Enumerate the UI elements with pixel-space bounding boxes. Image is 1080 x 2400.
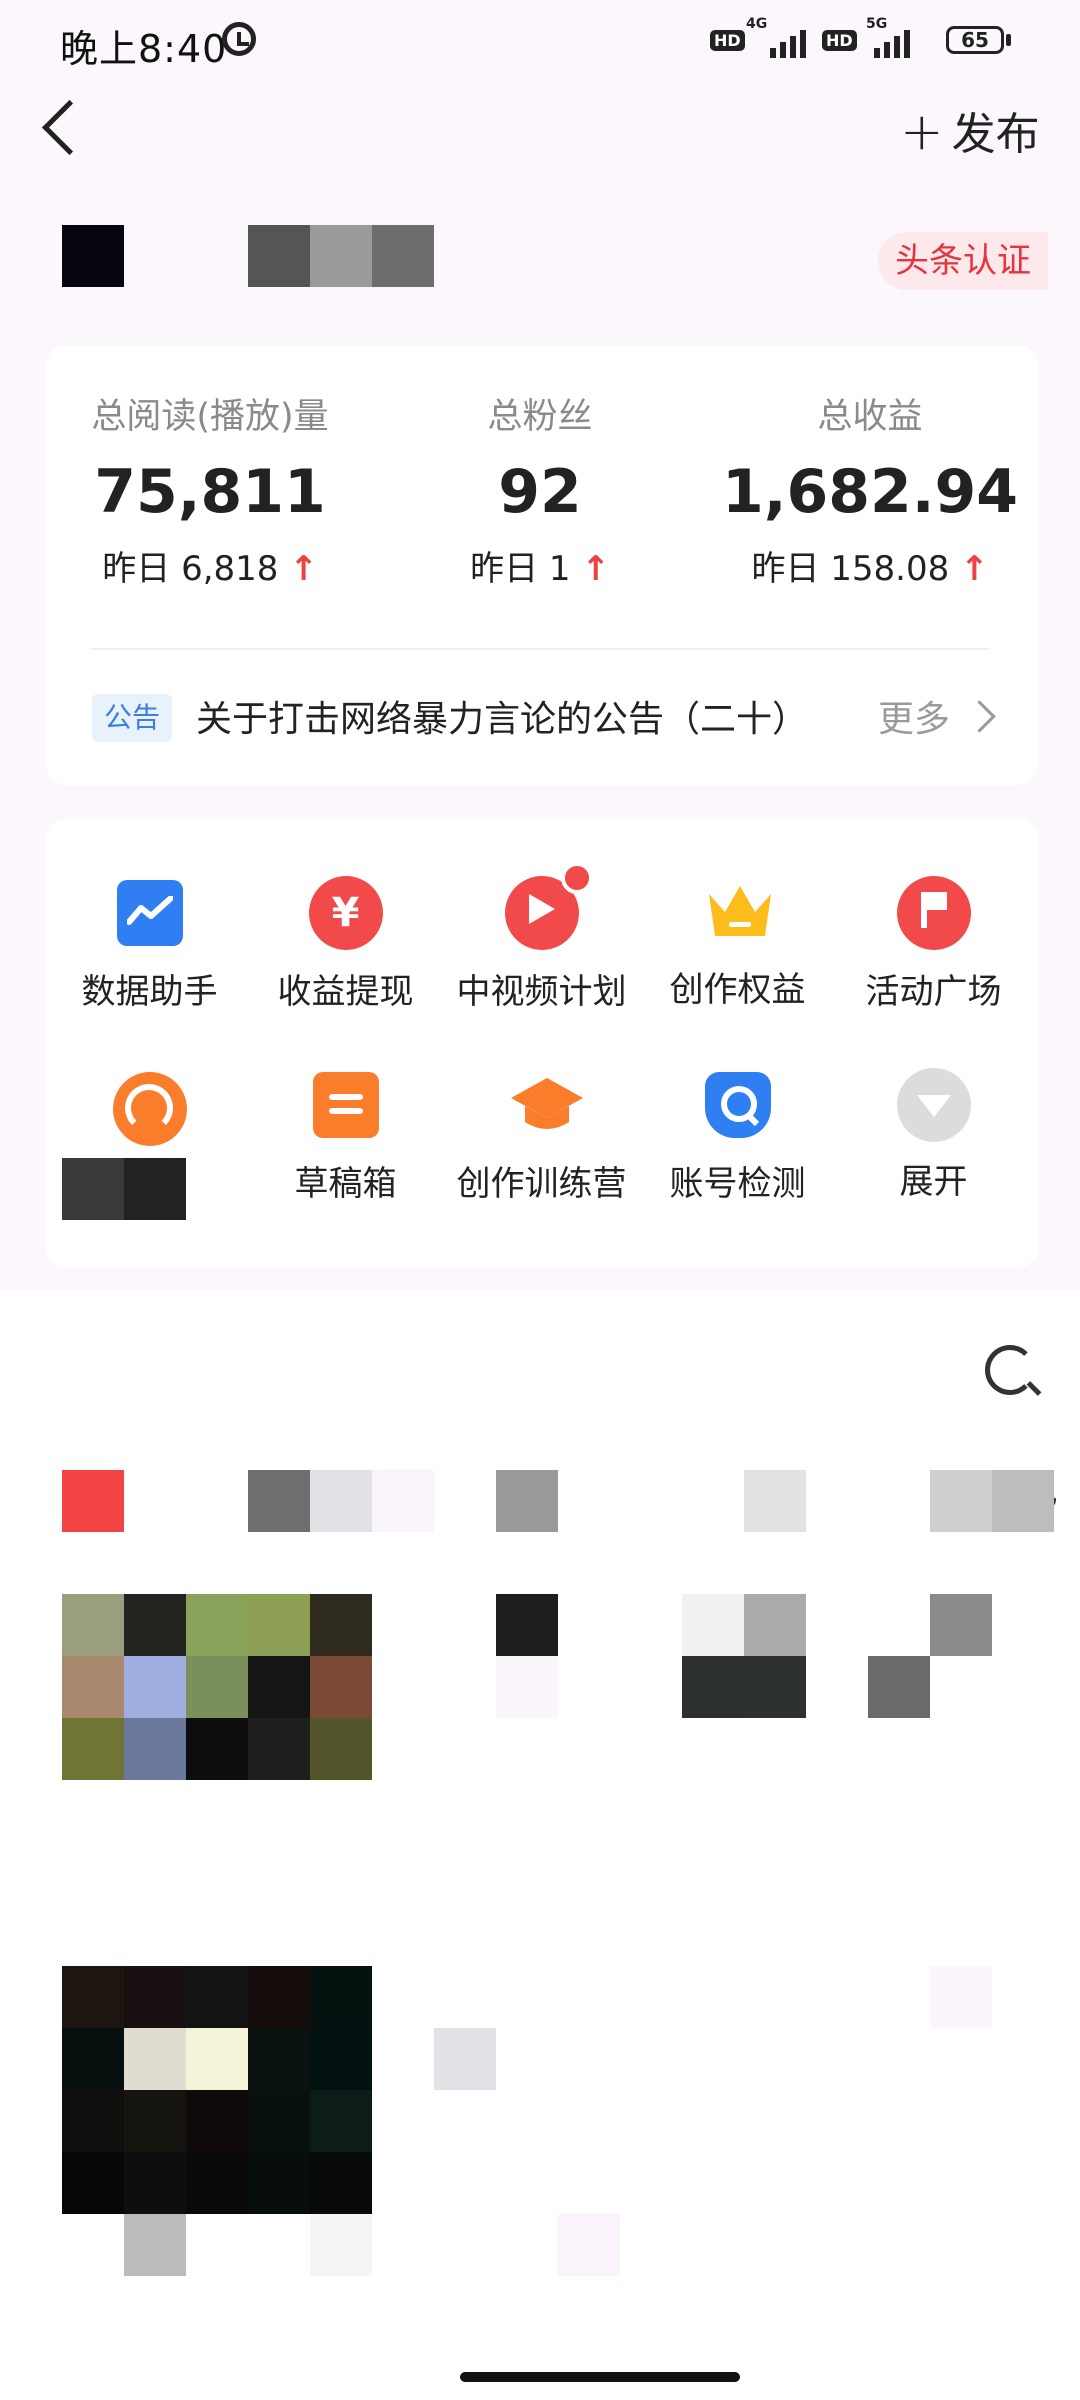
tool-creator-rights[interactable]: 创作权益 (640, 878, 835, 1011)
verification-badge[interactable]: 头条认证 (878, 232, 1048, 290)
notice-tag: 公告 (92, 694, 172, 742)
video-play-icon (504, 862, 593, 950)
tool-drafts[interactable]: 草稿箱 (248, 1072, 443, 1205)
avatar[interactable] (62, 225, 124, 287)
feed-tab-redacted-2[interactable] (248, 1470, 434, 1532)
battery-indicator: 65 (946, 26, 1004, 54)
data-chart-icon (116, 880, 183, 946)
tool-label: 草稿箱 (294, 1164, 397, 1204)
signal-bars-icon (770, 26, 806, 58)
tool-label: 收益提现 (277, 972, 414, 1012)
stat-fans-delta: 昨日 1 ↑ (390, 541, 690, 590)
stat-reads[interactable]: 总阅读(播放)量 75,811 昨日 6,818 ↑ (60, 388, 360, 590)
delta-prefix: 昨日 (751, 549, 820, 589)
feed-tab-redacted-3[interactable] (496, 1470, 558, 1532)
plus-icon: + (900, 102, 944, 162)
back-arrow-icon[interactable] (41, 99, 98, 156)
feed-tab-redacted[interactable] (62, 1470, 124, 1532)
battery-tip (1006, 34, 1011, 46)
graduation-cap-icon (509, 1072, 583, 1138)
divider (90, 648, 990, 650)
home-indicator[interactable] (460, 2372, 740, 2382)
username-redacted (248, 225, 434, 287)
feed-item-meta-redacted-3 (558, 2214, 620, 2276)
tool-label: 创作训练营 (456, 1164, 627, 1204)
signal-bars-icon-2 (874, 26, 910, 58)
tool-account-check[interactable]: 账号检测 (640, 1072, 835, 1205)
alarm-icon (222, 22, 256, 56)
headset-service-icon (112, 1072, 187, 1146)
stat-fans[interactable]: 总粉丝 92 昨日 1 ↑ (390, 388, 690, 590)
publish-button[interactable]: + 发布 (900, 98, 1040, 162)
tool-label: 账号检测 (669, 1164, 806, 1204)
tool-label: 数据助手 (81, 972, 218, 1012)
tool-label: 创作权益 (669, 970, 806, 1010)
stat-income[interactable]: 总收益 1,682.94 昨日 158.08 ↑ (720, 388, 1020, 590)
feed-item-text-redacted-2 (496, 1656, 558, 1718)
up-arrow-icon: ↑ (960, 549, 989, 589)
delta-value: 158.08 (830, 549, 950, 589)
stat-reads-label: 总阅读(播放)量 (91, 397, 329, 437)
stat-fans-value: 92 (498, 457, 582, 527)
tool-customer-service[interactable] (52, 1072, 247, 1146)
tool-income-withdraw[interactable]: ¥ 收益提现 (248, 876, 443, 1013)
stat-income-label: 总收益 (817, 397, 923, 437)
feed-item-text-redacted-5 (434, 2028, 496, 2090)
tool-label: 展开 (899, 1162, 968, 1202)
tool-mid-video-plan[interactable]: 中视频计划 (444, 862, 639, 1013)
network-type-4g: 4G (746, 16, 768, 32)
status-time: 晚上8:40 (60, 27, 228, 71)
feed-item-meta-redacted-2 (310, 2214, 372, 2276)
stat-fans-label: 总粉丝 (487, 397, 593, 437)
notification-dot (560, 862, 593, 894)
notice-text[interactable]: 关于打击网络暴力言论的公告（二十） (196, 690, 808, 742)
publish-label: 发布 (951, 109, 1040, 160)
hd-badge-2: HD (822, 30, 857, 51)
feed-item-text-redacted (496, 1594, 558, 1656)
delta-value: 6,818 (181, 549, 279, 589)
tool-label: 活动广场 (865, 972, 1002, 1012)
tool-expand[interactable]: 展开 (836, 1068, 1031, 1203)
delta-prefix: 昨日 (102, 549, 171, 589)
feed-tab-redacted-4[interactable] (744, 1470, 806, 1532)
search-icon[interactable] (985, 1345, 1035, 1395)
stat-income-delta: 昨日 158.08 ↑ (720, 541, 1020, 590)
tool-data-assistant[interactable]: 数据助手 (52, 880, 247, 1013)
delta-value: 1 (548, 549, 571, 589)
feed-item-meta-redacted (124, 2214, 186, 2276)
expand-arrow-icon (896, 1068, 971, 1142)
yuan-coin-icon: ¥ (308, 876, 383, 950)
up-arrow-icon: ↑ (289, 549, 318, 589)
up-arrow-icon: ↑ (581, 549, 610, 589)
hd-badge: HD (710, 30, 745, 51)
tool-training-camp[interactable]: 创作训练营 (444, 1072, 639, 1205)
tool-label-redacted (62, 1158, 186, 1220)
stat-reads-value: 75,811 (94, 457, 326, 527)
delta-prefix: 昨日 (470, 549, 539, 589)
shield-search-icon (704, 1072, 771, 1138)
feed-item-thumbnail-2[interactable] (62, 1966, 372, 2214)
stat-reads-delta: 昨日 6,818 ↑ (60, 541, 360, 590)
tool-activity-square[interactable]: 活动广场 (836, 876, 1031, 1013)
tool-label: 中视频计划 (456, 972, 627, 1012)
stat-income-value: 1,682.94 (721, 457, 1019, 527)
feed-item-text-redacted-4 (868, 1594, 992, 1718)
crown-icon (705, 878, 771, 944)
feed-item-text-redacted-3 (682, 1594, 806, 1718)
draft-doc-icon (312, 1072, 379, 1138)
flag-icon (896, 876, 971, 950)
feed-tab-redacted-5[interactable] (930, 1470, 1054, 1532)
feed-item-text-redacted-6 (930, 1966, 992, 2028)
notice-more-link[interactable]: 更多 (878, 690, 950, 742)
feed-item-thumbnail[interactable] (62, 1594, 372, 1780)
